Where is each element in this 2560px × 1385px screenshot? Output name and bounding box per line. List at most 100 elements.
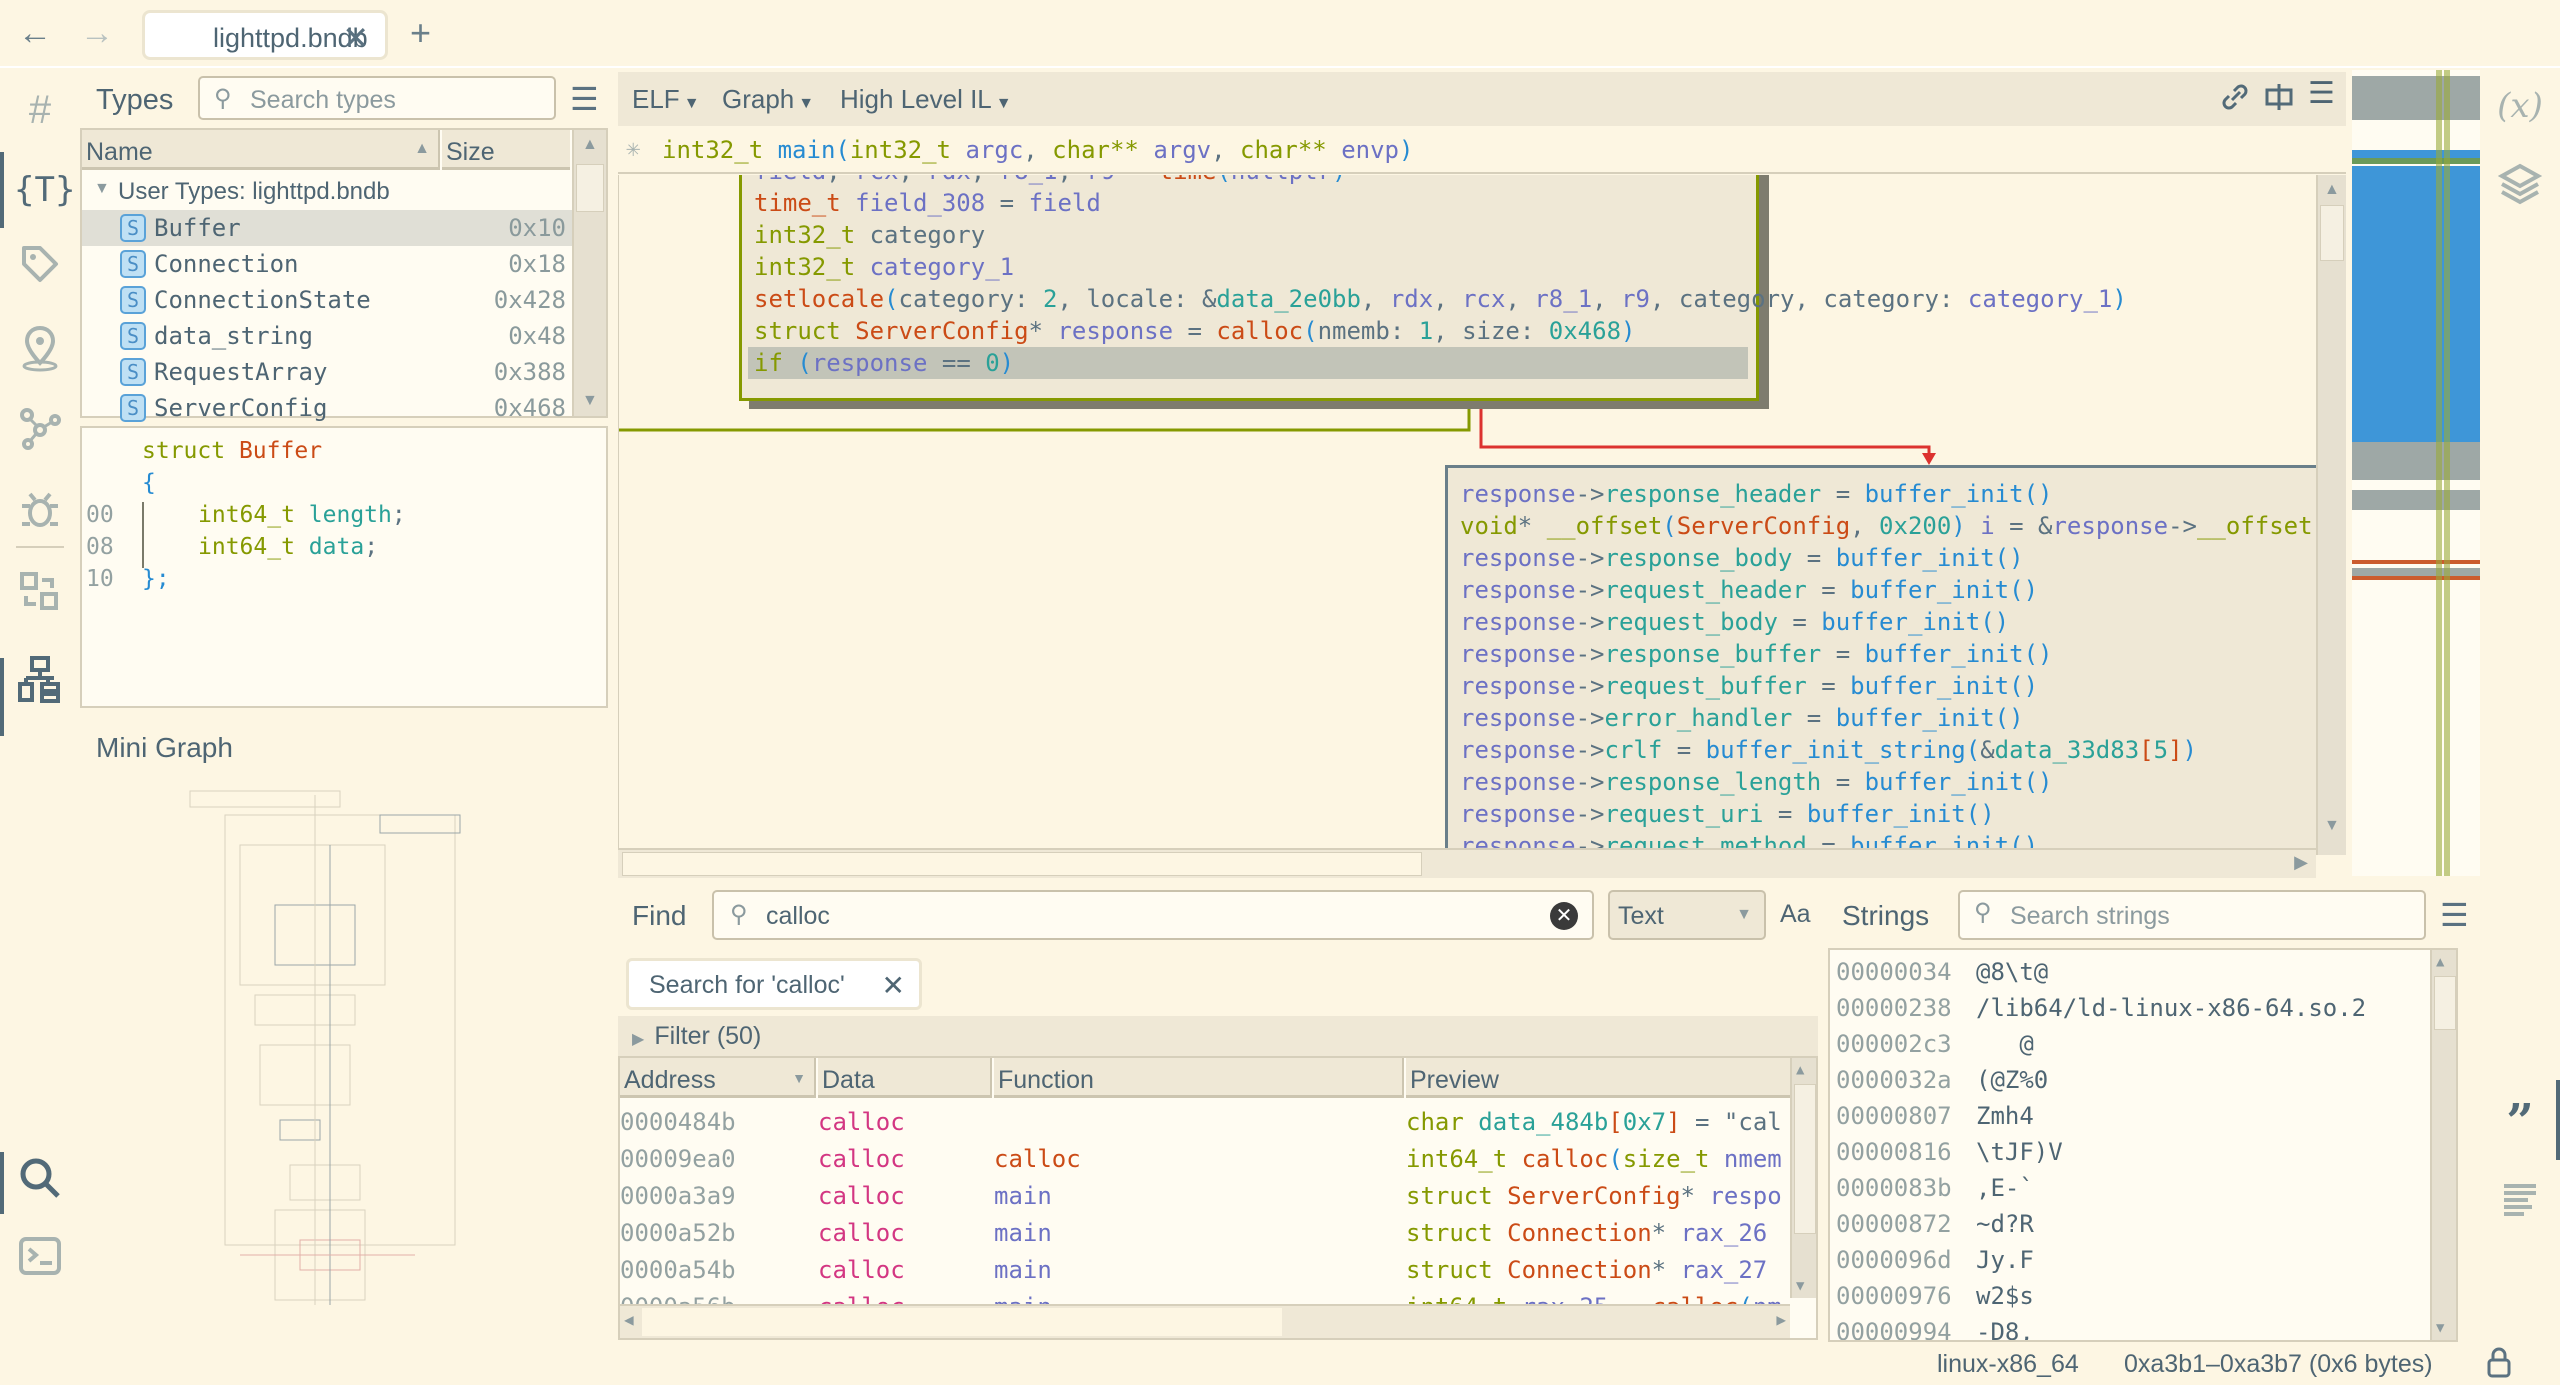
results-scrollbar[interactable]: ▲ ▼ <box>1790 1058 1816 1298</box>
hlil-line[interactable]: if (response == 0) <box>748 347 1748 379</box>
clear-search-icon[interactable]: ✕ <box>1550 902 1578 930</box>
result-row[interactable]: 0000484b calloc char data_484b[0x7] = "c… <box>620 1104 1790 1141</box>
column-header-data[interactable]: Data <box>818 1058 992 1098</box>
platform-dropdown[interactable]: ELF ▼ <box>632 84 700 115</box>
find-mode-select[interactable]: Text ▼ <box>1608 890 1766 940</box>
result-function[interactable]: calloc <box>994 1145 1081 1173</box>
column-header-function[interactable]: Function <box>994 1058 1404 1098</box>
transfer-icon[interactable] <box>14 570 66 622</box>
graph-menu-icon[interactable]: ☰ <box>2308 76 2335 111</box>
hlil-line[interactable]: time_t field_308 = field <box>754 187 1748 219</box>
scroll-up-icon[interactable]: ▲ <box>1796 1062 1804 1078</box>
scroll-down-icon[interactable]: ▼ <box>2324 817 2340 835</box>
function-name[interactable]: main <box>778 136 836 164</box>
il-level-dropdown[interactable]: High Level IL ▼ <box>840 84 1012 115</box>
scroll-thumb[interactable] <box>2434 976 2456 1030</box>
symbols-hash-icon[interactable]: # <box>14 84 66 136</box>
basic-block-entry[interactable]: field, rcx, rdx, r8_1, r9 = time(nullptr… <box>739 175 2127 401</box>
result-row[interactable]: 0000a3a9 calloc main struct ServerConfig… <box>620 1178 1790 1215</box>
graph-vertical-scrollbar[interactable]: ▲ ▼ <box>2316 175 2346 855</box>
scroll-down-icon[interactable]: ▼ <box>1796 1278 1804 1294</box>
strings-search-input[interactable]: ⚲ Search strings <box>1958 890 2426 940</box>
result-row[interactable]: 0000a52b calloc main struct Connection* … <box>620 1215 1790 1252</box>
string-row[interactable]: 00000238 /lib64/ld-linux-x86-64.so.2 <box>1830 990 2420 1026</box>
result-function[interactable]: main <box>994 1182 1052 1210</box>
layers-icon[interactable] <box>2494 162 2546 214</box>
graph-canvas[interactable]: field, rcx, rdx, r8_1, r9 = time(nullptr… <box>618 175 2318 855</box>
variables-icon[interactable]: (𝑥) <box>2494 80 2546 132</box>
string-row[interactable]: 000002c3 @ <box>1830 1026 2420 1062</box>
feature-map[interactable] <box>2352 70 2480 876</box>
result-row[interactable]: 0000a54b calloc main struct Connection* … <box>620 1252 1790 1289</box>
type-row[interactable]: S ServerConfig 0x468 <box>82 390 572 426</box>
string-row[interactable]: 00000816 \tJF)V <box>1830 1134 2420 1170</box>
file-tab[interactable]: lighttpd.bndb ✕ <box>142 10 388 60</box>
types-menu-icon[interactable]: ☰ <box>570 80 599 118</box>
platform-status[interactable]: linux-x86_64 <box>1937 1350 2079 1379</box>
hlil-line[interactable]: struct ServerConfig* response = calloc(n… <box>754 315 1748 347</box>
type-row[interactable]: S RequestArray 0x388 <box>82 354 572 390</box>
hlil-line[interactable]: setlocale(category: 2, locale: &data_2e0… <box>754 283 2127 315</box>
scroll-up-icon[interactable]: ▲ <box>2324 181 2340 199</box>
type-row[interactable]: S ConnectionState 0x428 <box>82 282 572 318</box>
text-lines-icon[interactable] <box>2494 1180 2546 1232</box>
string-row[interactable]: 00000976 w2$s <box>1830 1278 2420 1314</box>
strings-scrollbar[interactable]: ▲ ▼ <box>2430 950 2456 1340</box>
close-search-tab-icon[interactable]: ✕ <box>882 969 905 1002</box>
filter-toggle[interactable]: ▶ Filter (50) <box>618 1016 1818 1056</box>
string-row[interactable]: 0000032a (@Z%0 <box>1830 1062 2420 1098</box>
scroll-thumb[interactable] <box>642 1308 1282 1336</box>
types-search-input[interactable]: ⚲ Search types <box>198 76 556 120</box>
selection-range-status[interactable]: 0xa3b1–0xa3b7 (0x6 bytes) <box>2124 1350 2433 1379</box>
scroll-down-icon[interactable]: ▼ <box>582 392 598 410</box>
type-group-row[interactable]: ▼ User Types: lighttpd.bndb <box>82 174 572 210</box>
case-sensitive-toggle[interactable]: Aa <box>1780 900 1811 929</box>
string-row[interactable]: 00000034 @8\t@ <box>1830 954 2420 990</box>
hlil-line[interactable]: response->error_handler = buffer_init() <box>1460 702 2318 734</box>
scroll-thumb[interactable] <box>1794 1084 1816 1234</box>
scroll-down-icon[interactable]: ▼ <box>2436 1320 2444 1336</box>
hlil-line[interactable]: response->request_body = buffer_init() <box>1460 606 2318 638</box>
types-icon[interactable]: {T} <box>14 164 75 216</box>
search-icon[interactable] <box>14 1156 66 1208</box>
struct-member[interactable]: int64_t data; <box>198 534 378 560</box>
hlil-line[interactable]: field, rcx, rdx, r8_1, r9 = time(nullptr… <box>754 175 1748 187</box>
scroll-right-icon[interactable]: ▶ <box>2294 852 2308 873</box>
result-row[interactable]: 00009ea0 calloc calloc int64_t calloc(si… <box>620 1141 1790 1178</box>
view-type-dropdown[interactable]: Graph ▼ <box>722 84 814 115</box>
column-header-preview[interactable]: Preview <box>1406 1058 1790 1098</box>
graph-horizontal-scrollbar[interactable]: ◀ ▶ <box>618 848 2316 878</box>
hlil-line[interactable]: response->response_length = buffer_init(… <box>1460 766 2318 798</box>
back-button[interactable]: ← <box>18 14 52 53</box>
link-icon[interactable] <box>2220 80 2250 121</box>
result-function[interactable]: main <box>994 1256 1052 1284</box>
scroll-thumb[interactable] <box>576 164 604 212</box>
hlil-line[interactable]: response->request_uri = buffer_init() <box>1460 798 2318 830</box>
basic-block-init[interactable]: response->response_header = buffer_init(… <box>1445 465 2318 855</box>
string-row[interactable]: 0000083b ,E-` <box>1830 1170 2420 1206</box>
column-header-size[interactable]: Size <box>442 130 570 170</box>
types-scrollbar[interactable]: ▲ ▼ <box>572 130 606 416</box>
strings-quote-icon[interactable]: ” <box>2494 1096 2546 1148</box>
scroll-up-icon[interactable]: ▲ <box>582 136 598 154</box>
hlil-line[interactable]: response->response_body = buffer_init() <box>1460 542 2318 574</box>
lock-icon[interactable] <box>2486 1346 2512 1385</box>
string-row[interactable]: 00000994 -D8, <box>1830 1314 2420 1340</box>
results-horizontal-scrollbar[interactable]: ◀ ▶ <box>620 1304 1790 1338</box>
hlil-line[interactable]: void* __offset(ServerConfig, 0x200) i = … <box>1460 510 2318 542</box>
scroll-up-icon[interactable]: ▲ <box>2436 954 2444 970</box>
graph-nodes-icon[interactable] <box>14 406 66 458</box>
scroll-left-icon[interactable]: ◀ <box>624 1310 634 1329</box>
column-header-name[interactable]: Name ▲ <box>82 130 440 170</box>
find-input[interactable]: ⚲ calloc ✕ <box>712 890 1594 940</box>
column-header-address[interactable]: Address ▼ <box>620 1058 816 1098</box>
close-tab-icon[interactable]: ✕ <box>342 19 369 57</box>
string-row[interactable]: 00000872 ~d?R <box>1830 1206 2420 1242</box>
split-view-icon[interactable] <box>2264 80 2294 121</box>
type-row[interactable]: S Connection 0x18 <box>82 246 572 282</box>
hlil-line[interactable]: response->request_header = buffer_init() <box>1460 574 2318 606</box>
struct-name[interactable]: Buffer <box>239 438 322 464</box>
string-row[interactable]: 00000807 Zmh4 <box>1830 1098 2420 1134</box>
expand-caret-icon[interactable]: ▼ <box>94 180 110 198</box>
search-result-tab[interactable]: Search for 'calloc' ✕ <box>626 958 922 1010</box>
